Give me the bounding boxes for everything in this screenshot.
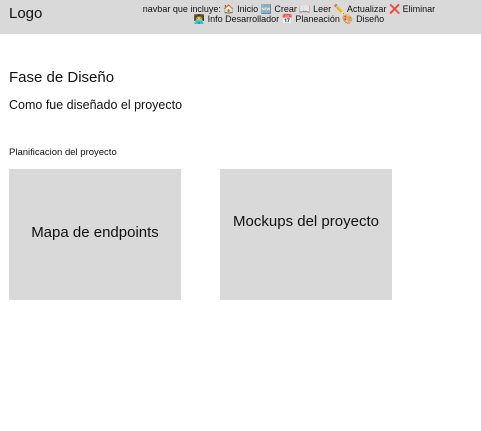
page-subtitle: Como fue diseñado el proyecto [9,98,183,112]
nav-item-inicio[interactable]: 🏠 Inicio [223,4,258,14]
card-label: Mapa de endpoints [31,224,159,241]
nav-item-crear[interactable]: 🆕 Crear [261,4,297,14]
card-label: Mockups del proyecto [233,213,379,230]
cross-icon: ❌ [388,4,401,14]
new-icon: 🆕 [260,4,272,14]
calendar-icon: 📅 [281,14,293,24]
nav-item-info-desarrollador[interactable]: 👨‍💻 Info Desarrollador [194,14,279,24]
section-label: Planificacion del proyecto [9,147,117,158]
navbar-description: navbar que incluye: 🏠 Inicio 🆕 Crear 📖 L… [100,4,478,24]
logo[interactable]: Logo [9,5,42,22]
palette-icon: 🎨 [342,14,354,24]
navbar: Logo navbar que incluye: 🏠 Inicio 🆕 Crea… [0,0,481,34]
page-title: Fase de Diseño [9,69,115,86]
developer-icon: 👨‍💻 [193,14,206,24]
nav-item-leer[interactable]: 📖 Leer [299,4,331,14]
book-icon: 📖 [299,4,311,14]
pencil-icon: ✏️ [333,4,345,14]
nav-item-planeacion[interactable]: 📅 Planeación [282,14,340,24]
nav-item-diseno[interactable]: 🎨 Diseño [342,14,384,24]
home-icon: 🏠 [223,4,235,14]
nav-item-eliminar[interactable]: ❌ Eliminar [389,4,435,14]
nav-item-actualizar[interactable]: ✏️ Actualizar [334,4,387,14]
navbar-description-label: navbar que incluye: [142,4,221,14]
card-mockups[interactable]: Mockups del proyecto [220,169,392,300]
card-mapa-endpoints[interactable]: Mapa de endpoints [9,169,181,300]
